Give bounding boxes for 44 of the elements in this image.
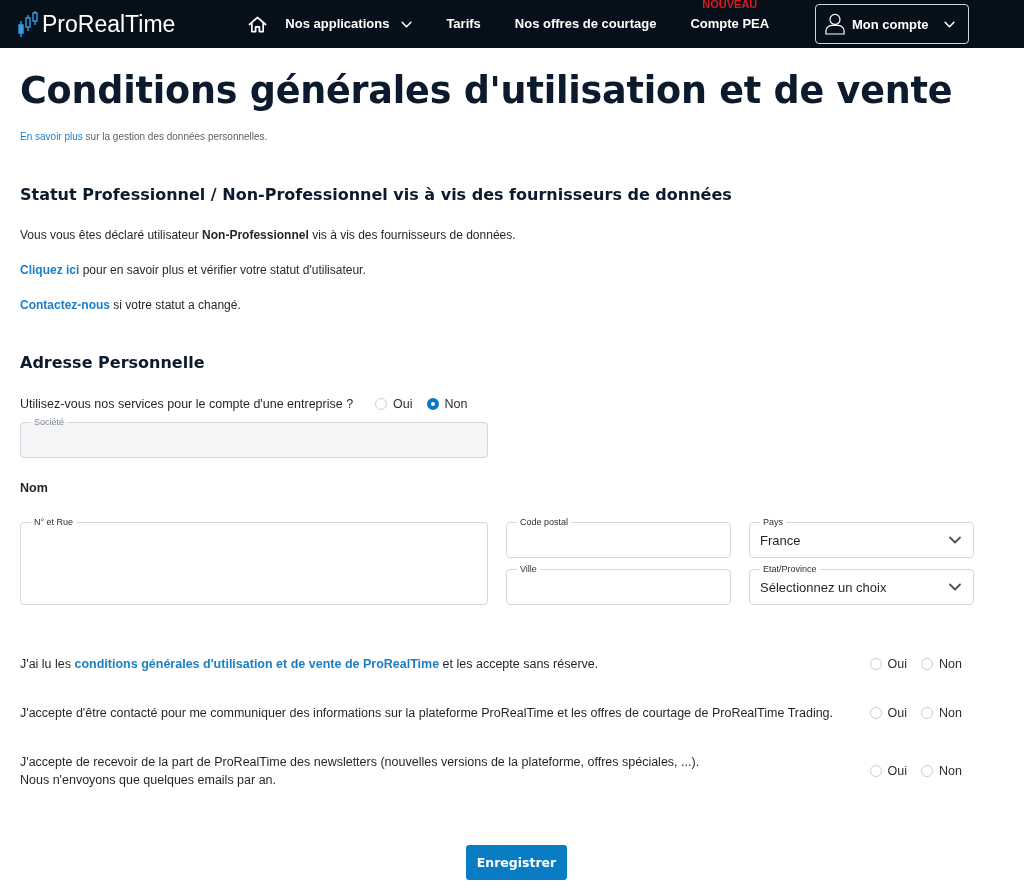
radio-option[interactable]: Non — [921, 657, 962, 671]
privacy-note: En savoir plus sur la gestion des données personnelles. — [20, 130, 269, 144]
radio-option[interactable]: Oui — [869, 657, 908, 671]
radio-option[interactable]: Non — [426, 397, 468, 411]
radio-icon[interactable] — [426, 398, 439, 410]
home-icon[interactable] — [248, 15, 268, 33]
radio-option[interactable]: Oui — [869, 764, 908, 778]
consent-text: J'accepte de recevoir de la part de ProRealTime des newsletters (nouvelles versions de la plateforme, offres spéciales, ...). Nous n'envoyons que quelques emails par an. — [20, 754, 700, 789]
info-link[interactable]: Contactez-nous — [20, 298, 110, 312]
nav-link[interactable]: Nos applications — [285, 15, 413, 33]
candlestick-icon[interactable] — [18, 10, 38, 38]
consent-text: J'accepte d'être contacté pour me communiquer des informations sur la plateforme ProRealTime et les offres de courtage de ProRealTime Trading. — [20, 705, 834, 722]
textarea-field[interactable]: N° et Rue — [20, 517, 488, 605]
new-label: NOUVEAU — [702, 0, 758, 10]
chevron-icon[interactable] — [949, 536, 961, 544]
text-field[interactable]: Ville — [506, 564, 731, 605]
radio-option[interactable]: Non — [921, 706, 962, 720]
radio-option[interactable]: Non — [921, 764, 962, 778]
account-button[interactable]: Mon compte — [815, 4, 969, 44]
privacy-link[interactable]: En savoir plus — [20, 131, 83, 142]
consent-text: J'ai lu les conditions générales d'utilisation et de vente de ProRealTime et les accepte sans réserve. — [20, 656, 599, 673]
page-title: Conditions générales d'utilisation et de vente — [20, 69, 954, 113]
text-field[interactable]: Code postal — [506, 517, 731, 558]
nav-link[interactable]: Nos offres de courtage — [514, 15, 657, 33]
logo-text[interactable]: ProRealTime — [42, 10, 176, 38]
submit-button[interactable]: Enregistrer — [466, 845, 567, 880]
select-field[interactable]: Etat/Province Sélectionnez un choix — [749, 564, 974, 605]
radio-option[interactable]: Oui — [869, 706, 908, 720]
info-link[interactable]: Cliquez ici — [20, 263, 80, 277]
status-text: Vous vous êtes déclaré utilisateur Non-Professionnel vis à vis des fournisseurs de données. — [20, 227, 517, 243]
section-heading: Statut Professionnel / Non-Professionnel vis à vis des fournisseurs de données — [20, 184, 733, 206]
name-label: Nom — [20, 480, 49, 496]
nav-link[interactable]: Tarifs — [446, 15, 481, 33]
radio-option[interactable]: Oui — [375, 397, 413, 411]
select-field[interactable]: Pays France — [749, 517, 974, 558]
status-text: Contactez-nous si votre statut a changé. — [20, 297, 242, 313]
terms-link[interactable]: conditions générales d'utilisation et de vente de ProRealTime — [74, 657, 440, 671]
chevron-icon[interactable] — [949, 583, 961, 591]
question-label: Utilisez-vous nos services pour le compte d'une entreprise ? — [20, 397, 354, 411]
user-icon — [825, 13, 845, 35]
status-text: Cliquez ici pour en savoir plus et vérifier votre statut d'utilisateur. — [20, 262, 367, 278]
section-heading: Adresse Personnelle — [20, 352, 206, 374]
nav-link[interactable]: Compte PEA — [690, 15, 770, 33]
chevron-icon — [944, 20, 955, 28]
